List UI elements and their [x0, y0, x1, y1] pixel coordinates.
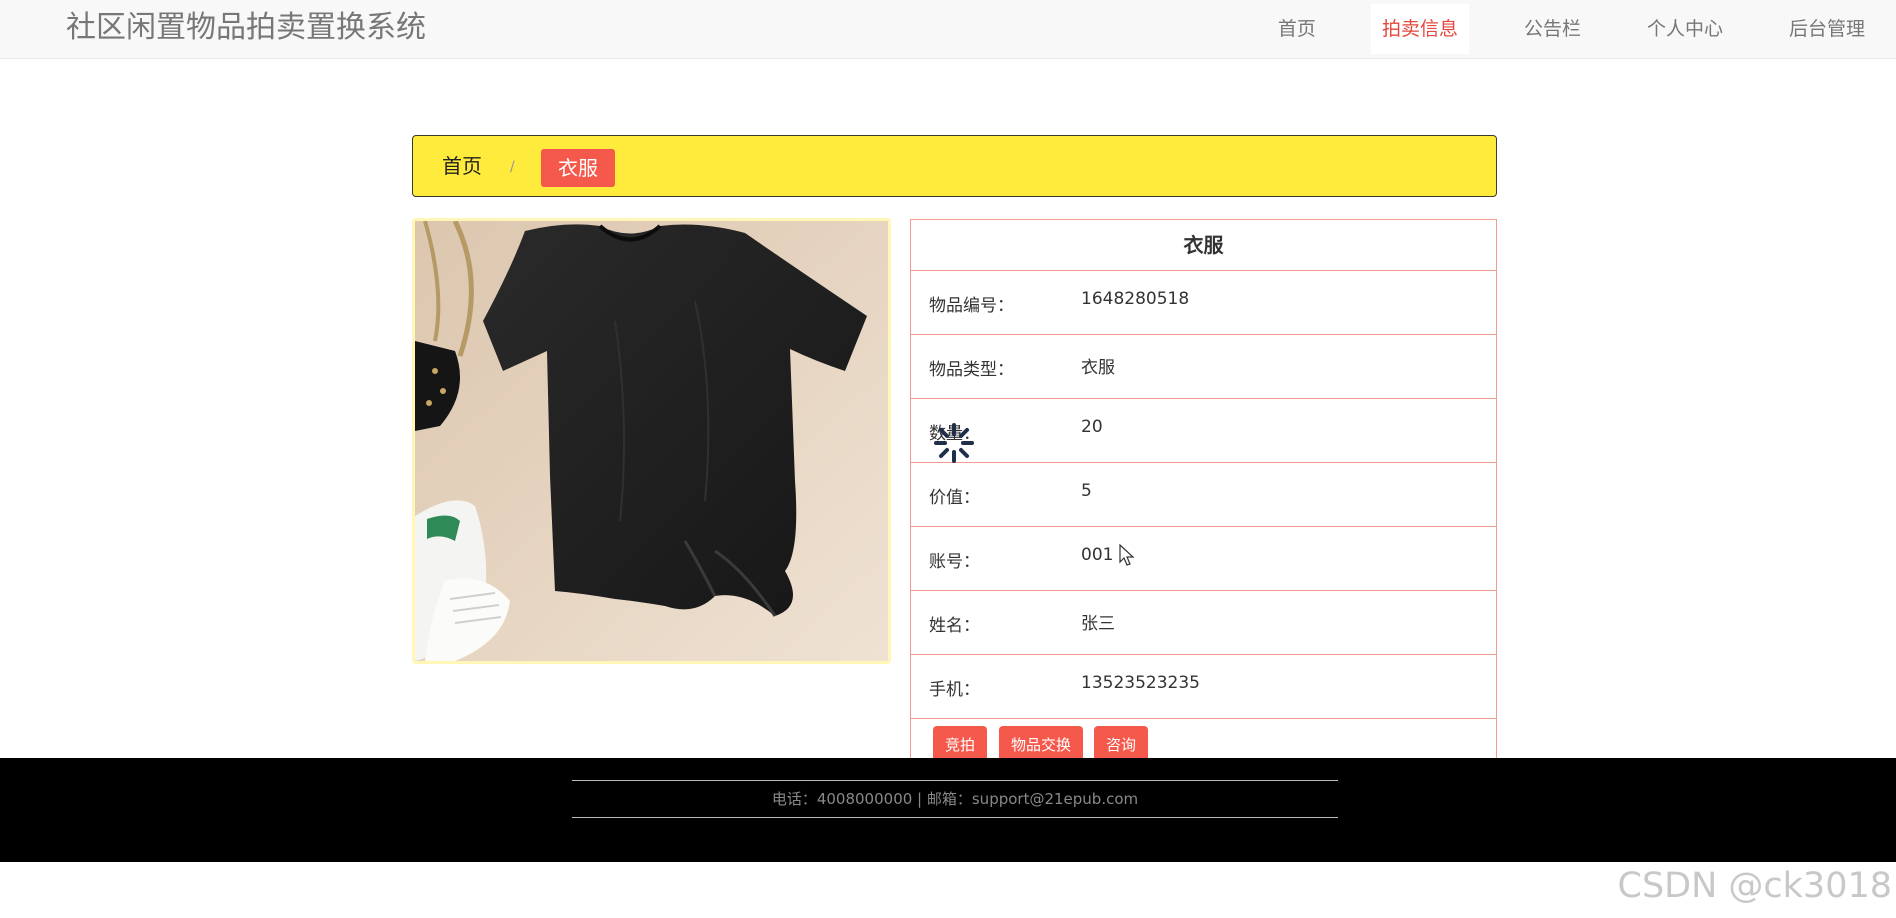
detail-value: 5: [1081, 481, 1092, 501]
nav-item-auction-info[interactable]: 拍卖信息: [1370, 4, 1469, 54]
detail-label: 物品编号：: [929, 296, 1014, 316]
breadcrumb-current-category[interactable]: 衣服: [541, 149, 615, 187]
detail-row-name: 姓名： 张三: [911, 591, 1496, 655]
detail-value: 13523523235: [1081, 673, 1200, 693]
detail-value: 张三: [1081, 614, 1115, 634]
breadcrumb-separator: /: [510, 159, 515, 175]
detail-label: 手机：: [929, 680, 980, 700]
nav-item-admin[interactable]: 后台管理: [1778, 4, 1876, 54]
csdn-watermark: CSDN @ck3018: [1617, 866, 1893, 906]
site-title[interactable]: 社区闲置物品拍卖置换系统: [66, 8, 426, 48]
nav-item-home[interactable]: 首页: [1267, 4, 1327, 54]
detail-label: 价值：: [929, 488, 980, 508]
product-title: 衣服: [911, 220, 1496, 271]
top-navbar: 社区闲置物品拍卖置换系统 首页 拍卖信息 公告栏 个人中心 后台管理: [0, 0, 1896, 59]
footer-contact: 电话：4008000000 | 邮箱：support@21epub.com: [771, 790, 1139, 808]
detail-value: 衣服: [1081, 358, 1115, 378]
product-details-table: 衣服 物品编号： 1648280518 物品类型： 衣服 数量： 20 价值： …: [910, 219, 1497, 759]
detail-label: 物品类型：: [929, 360, 1014, 380]
footer-divider-bottom: [572, 817, 1338, 818]
action-buttons: 竞拍 物品交换 咨询: [911, 719, 1496, 758]
black-tshirt-photo-icon: [415, 221, 888, 661]
item-exchange-button[interactable]: 物品交换: [999, 726, 1084, 758]
detail-row-item-type: 物品类型： 衣服: [911, 335, 1496, 399]
detail-label: 账号：: [929, 552, 980, 572]
footer: 电话：4008000000 | 邮箱：support@21epub.com: [0, 758, 1896, 862]
detail-row-phone: 手机： 13523523235: [911, 655, 1496, 719]
mouse-pointer-icon: [1119, 544, 1135, 566]
detail-row-quantity: 数量： 20: [911, 399, 1496, 463]
detail-value: 001: [1081, 545, 1114, 565]
detail-value: 1648280518: [1081, 289, 1190, 309]
footer-divider-top: [572, 780, 1338, 781]
nav-item-profile[interactable]: 个人中心: [1636, 4, 1734, 54]
loading-spinner-icon: [934, 423, 974, 463]
breadcrumb: 首页 / 衣服: [412, 135, 1497, 197]
detail-row-account: 账号： 001: [911, 527, 1496, 591]
nav-item-bulletin[interactable]: 公告栏: [1513, 4, 1592, 54]
product-image: [412, 218, 891, 664]
detail-value: 20: [1081, 417, 1103, 437]
detail-row-item-number: 物品编号： 1648280518: [911, 271, 1496, 335]
breadcrumb-home-link[interactable]: 首页: [442, 151, 482, 181]
main-nav: 首页 拍卖信息 公告栏 个人中心 后台管理: [1245, 4, 1896, 54]
detail-row-value: 价值： 5: [911, 463, 1496, 527]
detail-label: 姓名：: [929, 616, 980, 636]
bid-button[interactable]: 竞拍: [933, 726, 988, 758]
consult-button[interactable]: 咨询: [1094, 726, 1149, 758]
